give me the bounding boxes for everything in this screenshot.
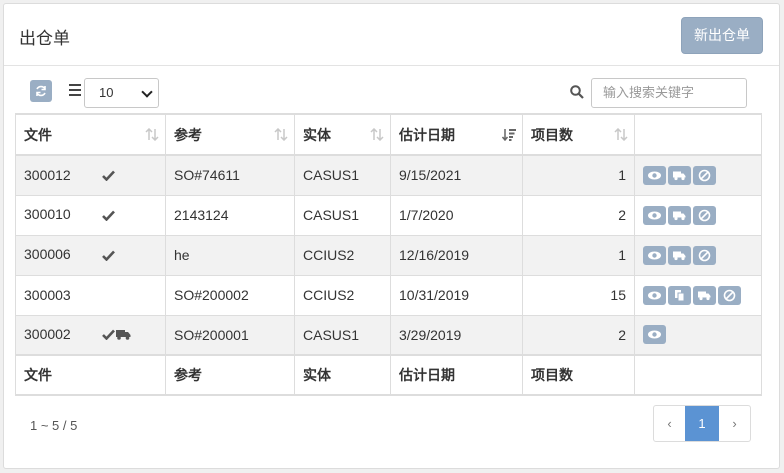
cell-count: 15 (522, 274, 635, 316)
cell-actions (634, 154, 762, 196)
truck-button[interactable] (668, 245, 691, 265)
truck-button[interactable] (693, 285, 716, 305)
cell-count: 2 (522, 194, 635, 236)
cell-entity: CASUS1 (294, 314, 391, 356)
sort-icon (145, 128, 159, 141)
column-header-count[interactable]: 项目数 (522, 113, 635, 156)
cancel-button[interactable] (693, 205, 716, 225)
footer-date: 估计日期 (390, 354, 523, 396)
check-icon (102, 208, 115, 224)
cell-actions (634, 314, 762, 356)
footer-actions (634, 354, 762, 396)
check-icon (102, 327, 115, 343)
cell-date: 12/16/2019 (390, 234, 523, 276)
check-icon (102, 168, 115, 184)
table-row: 300006 he CCIUS2 12/16/2019 1 (15, 234, 762, 276)
search-icon (570, 85, 584, 102)
prev-page-button[interactable]: ‹ (654, 406, 685, 441)
cell-reference: 2143124 (165, 194, 295, 236)
cell-reference: SO#74611 (165, 154, 295, 196)
cell-actions (634, 234, 762, 276)
chevron-down-icon (141, 86, 153, 98)
cell-date: 9/15/2021 (390, 154, 523, 196)
truck-button[interactable] (668, 165, 691, 185)
truck-icon (116, 327, 131, 343)
column-header-date[interactable]: 估计日期 (390, 113, 523, 156)
table-footer-row: 文件 参考 实体 估计日期 项目数 (15, 354, 762, 396)
pagination: ‹ 1 › (653, 405, 751, 442)
cell-file: 300003 (15, 274, 166, 316)
view-button[interactable] (643, 325, 666, 345)
cell-date: 10/31/2019 (390, 274, 523, 316)
cell-reference: he (165, 234, 295, 276)
cell-count: 1 (522, 154, 635, 196)
page-size-select[interactable]: 10 (84, 78, 159, 108)
cancel-button[interactable] (693, 245, 716, 265)
cell-date: 1/7/2020 (390, 194, 523, 236)
footer-count: 项目数 (522, 354, 635, 396)
page-size-value: 10 (99, 85, 114, 100)
sort-desc-icon (502, 129, 516, 141)
cell-file: 300006 (15, 234, 166, 276)
file-number[interactable]: 300006 (24, 246, 74, 262)
cell-entity: CASUS1 (294, 154, 391, 196)
table-row: 300003 SO#200002 CCIUS2 10/31/2019 15 (15, 274, 762, 316)
next-page-button[interactable]: › (719, 406, 750, 441)
refresh-icon (36, 85, 46, 97)
file-number[interactable]: 300003 (24, 287, 74, 303)
copy-button[interactable] (668, 285, 691, 305)
check-icon (102, 248, 115, 264)
cell-count: 1 (522, 234, 635, 276)
table-row: 300010 2143124 CASUS1 1/7/2020 2 (15, 194, 762, 236)
sort-icon (274, 128, 288, 141)
table-row: 300012 SO#74611 CASUS1 9/15/2021 1 (15, 154, 762, 196)
pagination-info: 1 ~ 5 / 5 (30, 418, 78, 433)
footer-entity: 实体 (294, 354, 391, 396)
page-button-current[interactable]: 1 (685, 406, 719, 441)
view-button[interactable] (643, 285, 666, 305)
file-number[interactable]: 300012 (24, 167, 74, 183)
column-header-reference[interactable]: 参考 (165, 113, 295, 156)
column-header-actions (634, 113, 762, 156)
outbound-table: 文件 参考 实体 估计日期 项目数 300012 SO#74611 CASUS1 9/… (15, 113, 762, 396)
footer-reference: 参考 (165, 354, 295, 396)
search-input[interactable]: 输入搜索关键字 (591, 78, 747, 108)
cell-date: 3/29/2019 (390, 314, 523, 356)
columns-menu-icon[interactable] (69, 84, 83, 98)
page-title: 出仓单 (19, 29, 70, 48)
sort-icon (370, 128, 384, 141)
view-button[interactable] (643, 245, 666, 265)
cell-reference: SO#200001 (165, 314, 295, 356)
view-button[interactable] (643, 165, 666, 185)
cell-entity: CCIUS2 (294, 234, 391, 276)
cell-entity: CCIUS2 (294, 274, 391, 316)
cell-reference: SO#200002 (165, 274, 295, 316)
cell-file: 300002 (15, 314, 166, 356)
cell-file: 300010 (15, 194, 166, 236)
sort-icon (614, 128, 628, 141)
truck-button[interactable] (668, 205, 691, 225)
file-number[interactable]: 300002 (24, 326, 74, 342)
cancel-button[interactable] (718, 285, 741, 305)
refresh-button[interactable] (30, 80, 52, 102)
view-button[interactable] (643, 205, 666, 225)
cell-actions (634, 194, 762, 236)
cell-entity: CASUS1 (294, 194, 391, 236)
file-number[interactable]: 300010 (24, 206, 74, 222)
footer-file: 文件 (15, 354, 166, 396)
table-row: 300002 SO#200001 CASUS1 3/29/2019 2 (15, 314, 762, 356)
cell-actions (634, 274, 762, 316)
table-header-row: 文件 参考 实体 估计日期 项目数 (15, 113, 762, 156)
panel-header: 出仓单 新出仓单 (4, 4, 779, 66)
cancel-button[interactable] (693, 165, 716, 185)
cell-count: 2 (522, 314, 635, 356)
cell-file: 300012 (15, 154, 166, 196)
column-header-entity[interactable]: 实体 (294, 113, 391, 156)
column-header-file[interactable]: 文件 (15, 113, 166, 156)
new-outbound-button[interactable]: 新出仓单 (681, 17, 763, 54)
